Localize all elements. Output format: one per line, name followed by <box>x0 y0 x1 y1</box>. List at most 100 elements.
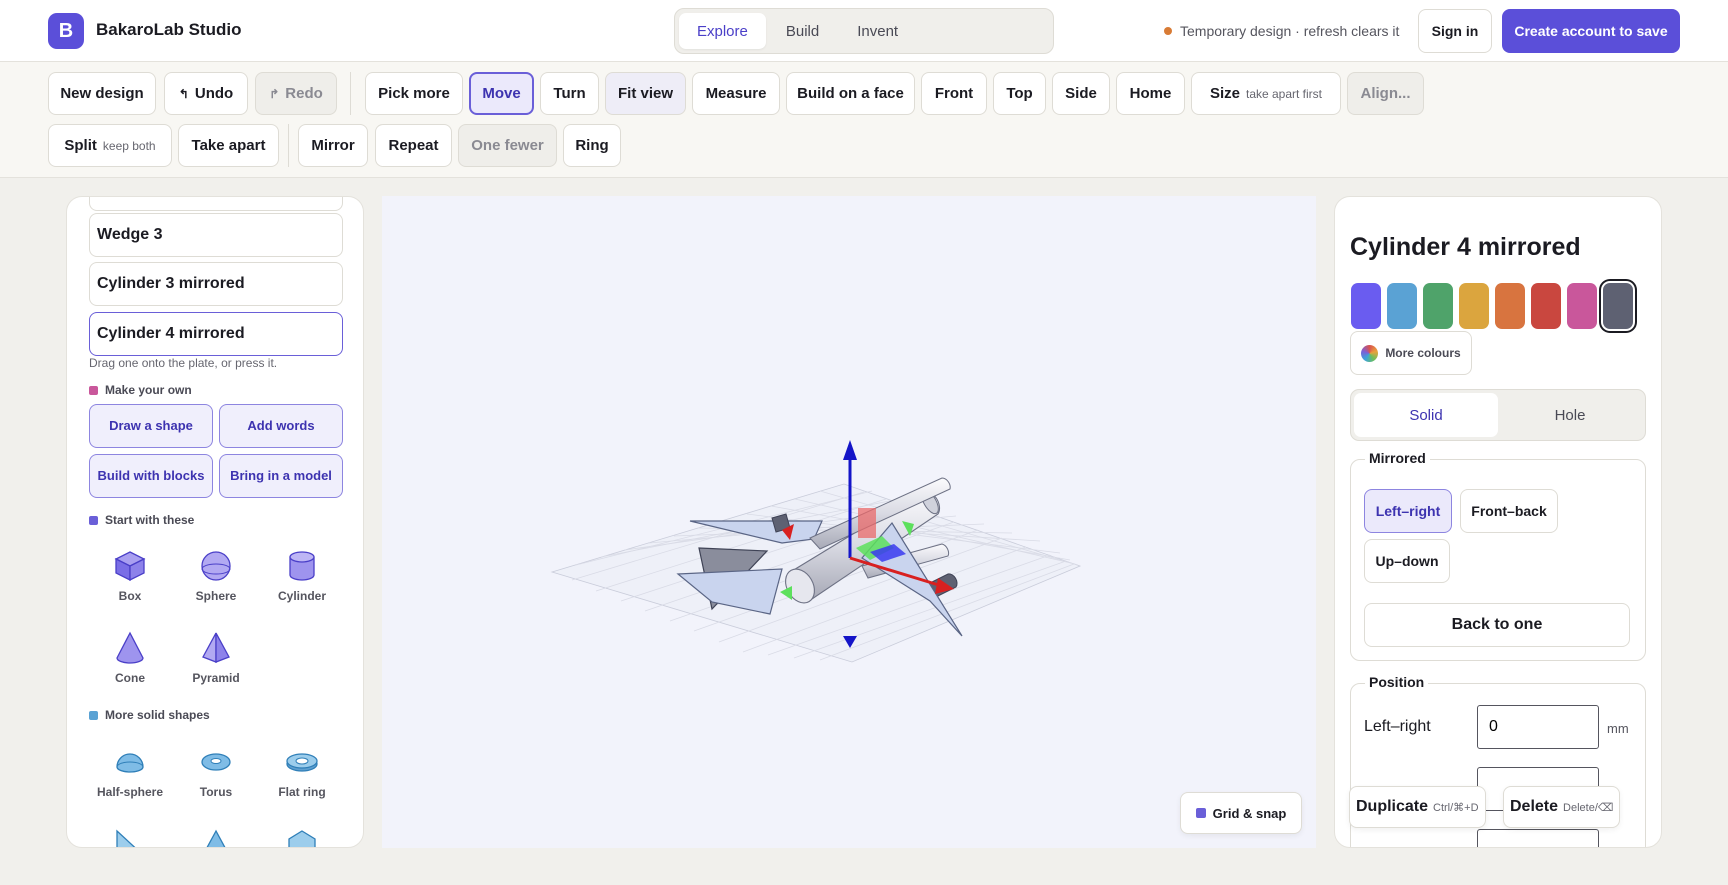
split-sublabel: keep both <box>102 138 156 153</box>
up-down-position-input[interactable] <box>1477 829 1599 847</box>
shape-hexagonal-prism[interactable] <box>259 827 345 847</box>
tab-invent[interactable]: Invent <box>839 13 916 49</box>
left-right-position-input[interactable] <box>1477 705 1599 749</box>
mirror-up-down-button[interactable]: Up–down <box>1364 539 1450 583</box>
split-button[interactable]: Split keep both <box>48 124 172 167</box>
side-view-button[interactable]: Side <box>1052 72 1110 115</box>
color-swatch-pink[interactable] <box>1567 283 1597 329</box>
list-item-partial[interactable] <box>89 197 343 211</box>
shape-pyramid[interactable]: Pyramid <box>173 631 259 685</box>
sign-in-button[interactable]: Sign in <box>1418 9 1492 53</box>
fit-view-button[interactable]: Fit view <box>605 72 686 115</box>
shape-box[interactable]: Box <box>87 549 173 603</box>
shape-label: Half-sphere <box>96 785 164 799</box>
bring-in-model-button[interactable]: Bring in a model <box>219 454 343 498</box>
build-with-blocks-button[interactable]: Build with blocks <box>89 454 213 498</box>
pyramid-icon <box>202 632 230 663</box>
mode-tabs: Explore Build Invent <box>674 8 1054 54</box>
cone-icon <box>116 631 144 664</box>
color-swatch-slate[interactable] <box>1603 283 1633 329</box>
toolbar: New design ↰ Undo ↱ Redo Pick more Move … <box>0 62 1728 178</box>
grid-snap-button[interactable]: Grid & snap <box>1180 792 1302 834</box>
redo-icon: ↱ <box>269 86 280 101</box>
repeat-button[interactable]: Repeat <box>375 124 452 167</box>
drag-hint: Drag one onto the plate, or press it. <box>89 356 278 370</box>
color-swatch-green[interactable] <box>1423 283 1453 329</box>
shape-label: Flat ring <box>278 785 326 799</box>
size-sublabel: take apart first <box>1245 86 1323 101</box>
measure-button[interactable]: Measure <box>692 72 780 115</box>
color-swatch-orange[interactable] <box>1495 283 1525 329</box>
shape-flat-ring[interactable]: Flat ring <box>259 745 345 799</box>
wedge-icon <box>116 829 136 847</box>
section-dot-icon <box>89 710 98 720</box>
move-button[interactable]: Move <box>469 72 534 115</box>
shape-cylinder[interactable]: Cylinder <box>259 549 345 603</box>
home-view-button[interactable]: Home <box>1116 72 1185 115</box>
build-on-face-button[interactable]: Build on a face <box>786 72 915 115</box>
duplicate-button[interactable]: Duplicate Ctrl/⌘+D <box>1349 786 1486 828</box>
shape-prism[interactable] <box>173 827 259 847</box>
sphere-icon <box>201 551 231 581</box>
color-swatch-blue[interactable] <box>1387 283 1417 329</box>
scene-canvas[interactable] <box>382 196 1316 848</box>
one-fewer-button[interactable]: One fewer <box>458 124 557 167</box>
color-swatch-yellow[interactable] <box>1459 283 1489 329</box>
section-more-solid-shapes: More solid shapes <box>89 708 210 722</box>
pick-more-button[interactable]: Pick more <box>365 72 463 115</box>
front-view-button[interactable]: Front <box>921 72 987 115</box>
duplicate-shortcut: Ctrl/⌘+D <box>1433 801 1479 814</box>
section-make-your-own: Make your own <box>89 383 192 397</box>
draw-shape-button[interactable]: Draw a shape <box>89 404 213 448</box>
redo-label: Redo <box>285 85 323 102</box>
shape-half-sphere[interactable]: Half-sphere <box>87 745 173 799</box>
color-swatch-purple[interactable] <box>1351 283 1381 329</box>
position-unit: mm <box>1607 721 1629 736</box>
undo-button[interactable]: ↰ Undo <box>164 72 248 115</box>
delete-button[interactable]: Delete Delete/⌫ <box>1503 786 1621 828</box>
hexagon-prism-icon <box>288 830 316 847</box>
toolbar-divider <box>350 72 351 115</box>
section-start-with-these: Start with these <box>89 513 194 527</box>
shape-label: Sphere <box>195 589 237 603</box>
mirror-button[interactable]: Mirror <box>298 124 368 167</box>
mirror-front-back-button[interactable]: Front–back <box>1460 489 1558 533</box>
more-colours-button[interactable]: More colours <box>1350 331 1472 375</box>
grid-snap-label: Grid & snap <box>1212 805 1287 821</box>
list-item-wedge-3[interactable]: Wedge 3 <box>89 213 343 257</box>
more-colours-label: More colours <box>1385 346 1461 360</box>
app-logo: B <box>48 13 84 49</box>
shape-cone[interactable]: Cone <box>87 631 173 685</box>
top-view-button[interactable]: Top <box>993 72 1046 115</box>
turn-button[interactable]: Turn <box>540 72 599 115</box>
mirror-left-right-button[interactable]: Left–right <box>1364 489 1452 533</box>
mirrored-legend: Mirrored <box>1365 450 1430 466</box>
tab-explore[interactable]: Explore <box>679 13 766 49</box>
redo-button[interactable]: ↱ Redo <box>255 72 337 115</box>
shape-torus[interactable]: Torus <box>173 745 259 799</box>
object-title: Cylinder 4 mirrored <box>1350 233 1581 261</box>
list-item-cylinder-3-mirrored[interactable]: Cylinder 3 mirrored <box>89 262 343 306</box>
shape-wedge[interactable] <box>87 827 173 847</box>
torus-icon <box>201 753 231 771</box>
flat-ring-icon <box>286 753 318 772</box>
shape-sphere[interactable]: Sphere <box>173 549 259 603</box>
size-button[interactable]: Size take apart first <box>1191 72 1341 115</box>
color-swatch-red[interactable] <box>1531 283 1561 329</box>
list-item-cylinder-4-mirrored[interactable]: Cylinder 4 mirrored <box>89 312 343 356</box>
back-to-one-button[interactable]: Back to one <box>1364 603 1630 647</box>
take-apart-button[interactable]: Take apart <box>178 124 279 167</box>
3d-viewport[interactable] <box>382 196 1316 848</box>
align-button[interactable]: Align... <box>1347 72 1424 115</box>
new-design-button[interactable]: New design <box>48 72 156 115</box>
shape-label: Cylinder <box>277 589 326 603</box>
ring-button[interactable]: Ring <box>563 124 621 167</box>
add-words-button[interactable]: Add words <box>219 404 343 448</box>
section-dot-icon <box>89 515 98 525</box>
hole-option[interactable]: Hole <box>1498 393 1642 437</box>
delete-label: Delete <box>1510 798 1559 815</box>
top-bar: B BakaroLab Studio Explore Build Invent … <box>0 0 1728 62</box>
solid-option[interactable]: Solid <box>1354 393 1498 437</box>
create-account-button[interactable]: Create account to save <box>1502 9 1680 53</box>
tab-build[interactable]: Build <box>768 13 837 49</box>
